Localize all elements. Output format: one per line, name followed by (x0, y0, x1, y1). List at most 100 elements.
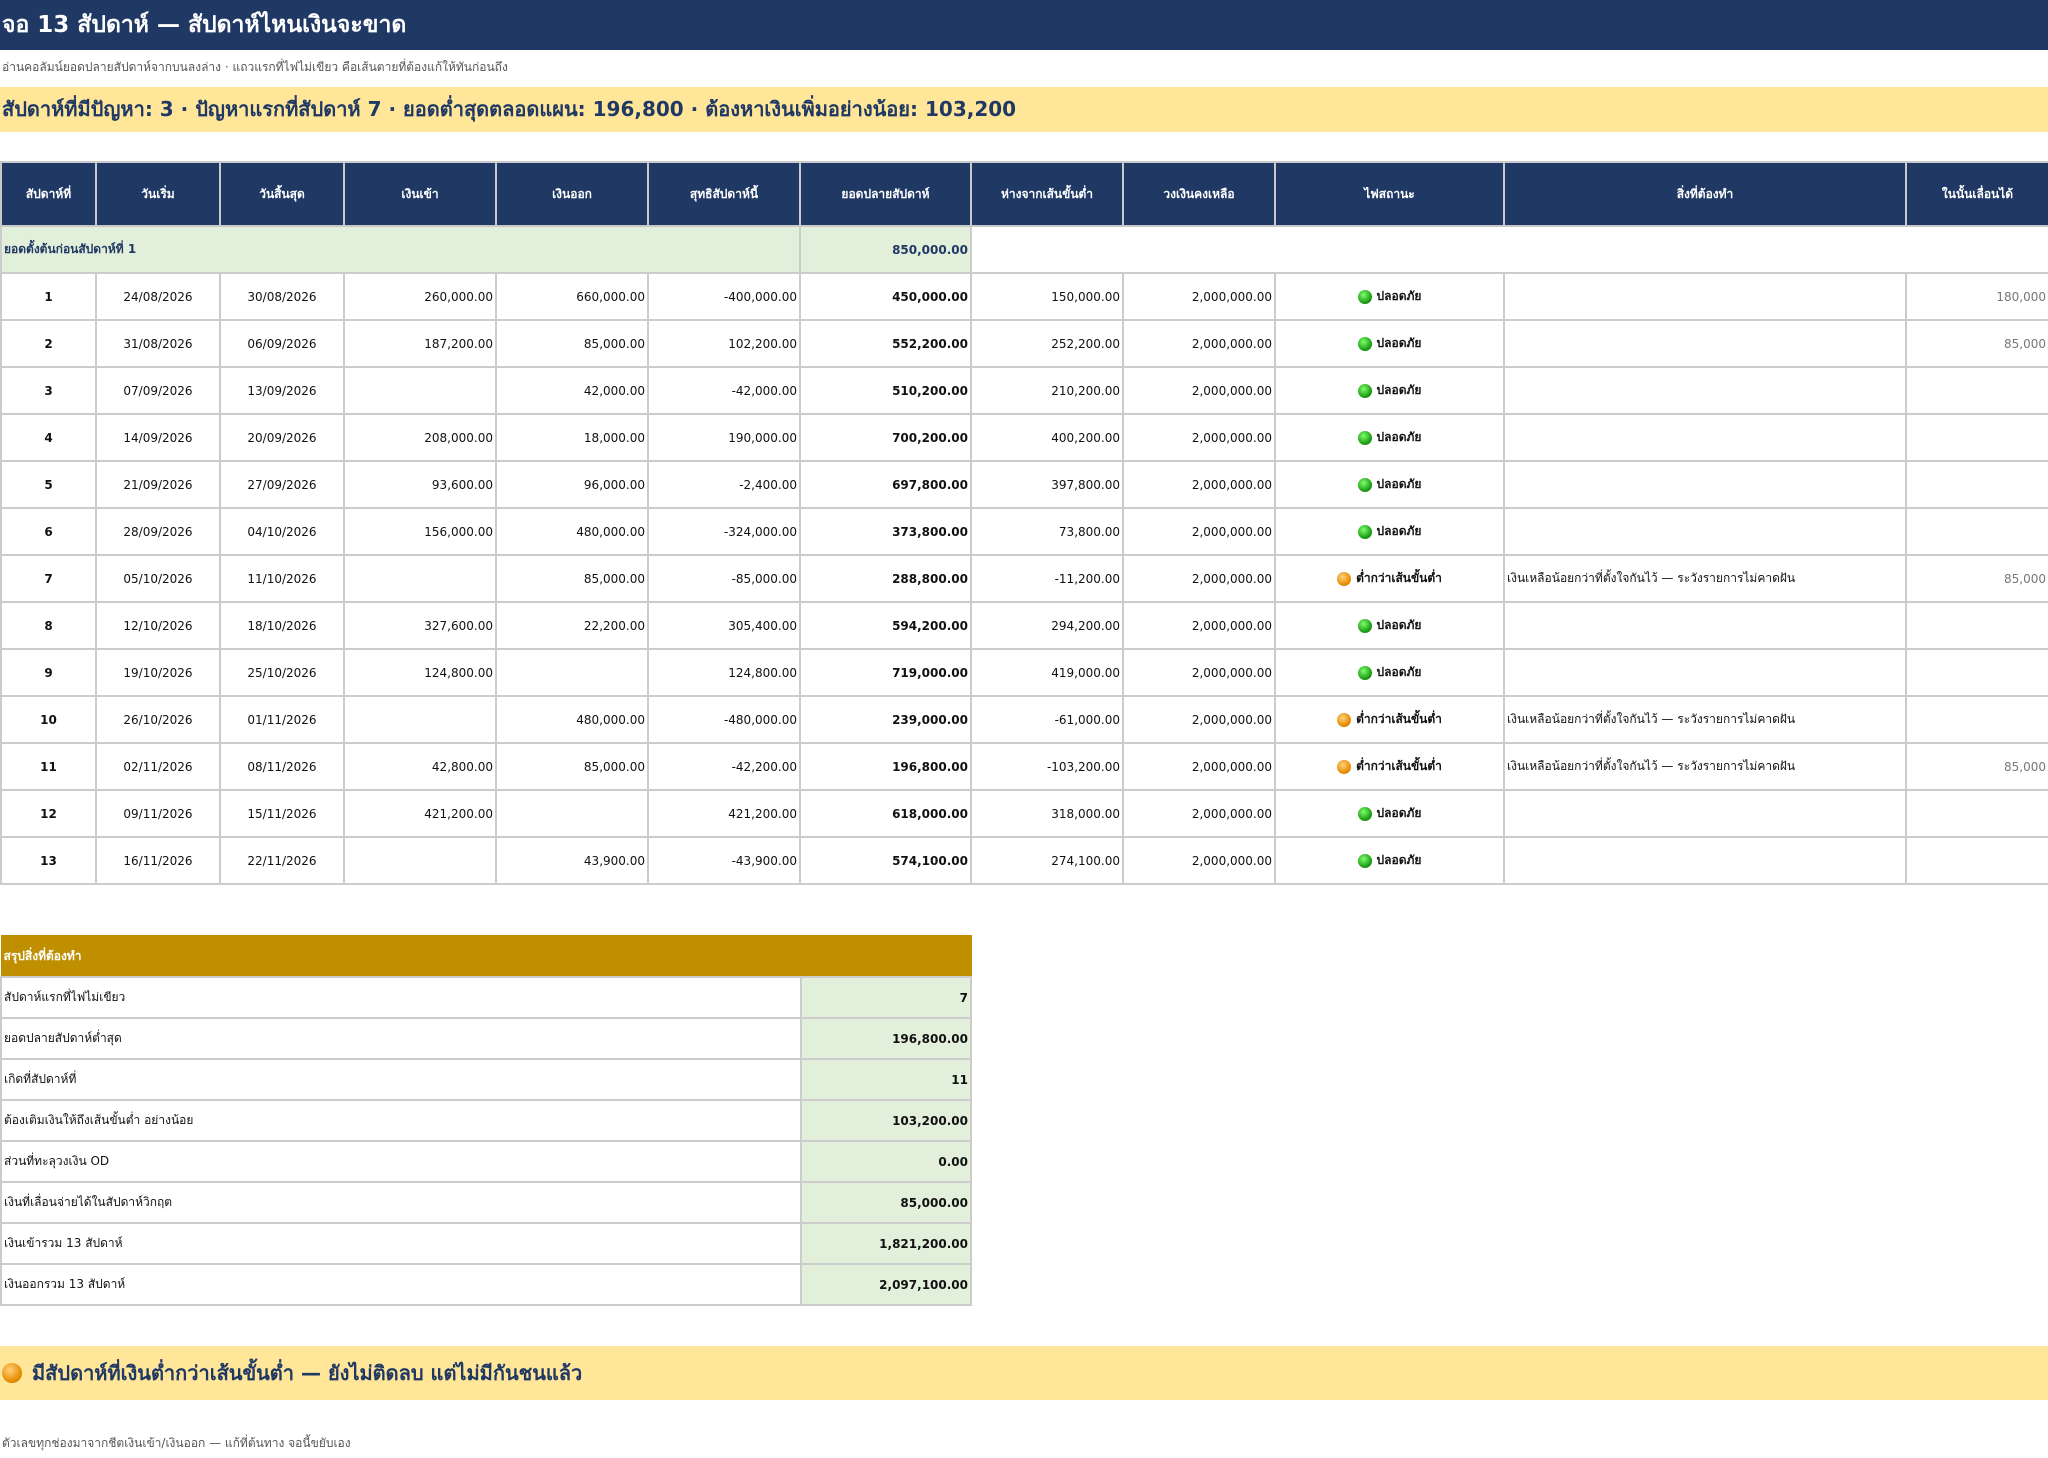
cell-net[interactable]: -42,200.00 (647, 742, 801, 791)
col-header-net[interactable]: สุทธิสัปดาห์นี้ (647, 161, 801, 227)
cell-week[interactable]: 5 (0, 460, 97, 509)
cell-action[interactable] (1503, 789, 1907, 838)
col-header-end[interactable]: วันสิ้นสุด (219, 161, 345, 227)
cell-end-date[interactable]: 06/09/2026 (219, 319, 345, 368)
cell-net[interactable]: 421,200.00 (647, 789, 801, 838)
cell-cash-in[interactable]: 187,200.00 (343, 319, 497, 368)
cell-net[interactable]: -85,000.00 (647, 554, 801, 603)
summary-label[interactable]: เงินที่เลื่อนจ่ายได้ในสัปดาห์วิกฤต (0, 1181, 802, 1224)
col-header-week[interactable]: สัปดาห์ที่ (0, 161, 97, 227)
summary-value[interactable]: 85,000.00 (800, 1181, 972, 1224)
cell-closing-balance[interactable]: 618,000.00 (799, 789, 972, 838)
cell-start-date[interactable]: 12/10/2026 (95, 601, 221, 650)
cell-closing-balance[interactable]: 697,800.00 (799, 460, 972, 509)
summary-value[interactable]: 196,800.00 (800, 1017, 972, 1060)
cell-closing-balance[interactable]: 196,800.00 (799, 742, 972, 791)
cell-start-date[interactable]: 02/11/2026 (95, 742, 221, 791)
cell-status[interactable]: ปลอดภัย (1274, 836, 1505, 885)
cell-deferrable[interactable] (1905, 507, 2048, 556)
cell-status[interactable]: ปลอดภัย (1274, 272, 1505, 321)
cell-gap-to-minimum[interactable]: 210,200.00 (970, 366, 1124, 415)
cell-net[interactable]: 124,800.00 (647, 648, 801, 697)
cell-cash-out[interactable]: 42,000.00 (495, 366, 649, 415)
cell-deferrable[interactable] (1905, 366, 2048, 415)
summary-value[interactable]: 11 (800, 1058, 972, 1101)
cell-week[interactable]: 4 (0, 413, 97, 462)
cell-start-date[interactable]: 31/08/2026 (95, 319, 221, 368)
cell-week[interactable]: 3 (0, 366, 97, 415)
cell-action[interactable] (1503, 648, 1907, 697)
cell-week[interactable]: 10 (0, 695, 97, 744)
cell-closing-balance[interactable]: 373,800.00 (799, 507, 972, 556)
cell-credit-remaining[interactable]: 2,000,000.00 (1122, 601, 1276, 650)
cell-cash-in[interactable]: 208,000.00 (343, 413, 497, 462)
cell-week[interactable]: 2 (0, 319, 97, 368)
cell-net[interactable]: -480,000.00 (647, 695, 801, 744)
cell-end-date[interactable]: 27/09/2026 (219, 460, 345, 509)
cell-credit-remaining[interactable]: 2,000,000.00 (1122, 789, 1276, 838)
cell-action[interactable] (1503, 413, 1907, 462)
cell-credit-remaining[interactable]: 2,000,000.00 (1122, 272, 1276, 321)
cell-deferrable[interactable]: 85,000 (1905, 554, 2048, 603)
cell-end-date[interactable]: 18/10/2026 (219, 601, 345, 650)
cell-cash-in[interactable]: 42,800.00 (343, 742, 497, 791)
cell-cash-in[interactable]: 156,000.00 (343, 507, 497, 556)
cell-credit-remaining[interactable]: 2,000,000.00 (1122, 460, 1276, 509)
cell-cash-in[interactable] (343, 366, 497, 415)
cell-net[interactable]: -2,400.00 (647, 460, 801, 509)
cell-deferrable[interactable]: 180,000 (1905, 272, 2048, 321)
cell-net[interactable]: -324,000.00 (647, 507, 801, 556)
cell-deferrable[interactable] (1905, 695, 2048, 744)
summary-value[interactable]: 1,821,200.00 (800, 1222, 972, 1265)
summary-label[interactable]: ต้องเติมเงินให้ถึงเส้นขั้นต่ำ อย่างน้อย (0, 1099, 802, 1142)
cell-cash-in[interactable]: 260,000.00 (343, 272, 497, 321)
cell-status[interactable]: ปลอดภัย (1274, 366, 1505, 415)
cell-end-date[interactable]: 04/10/2026 (219, 507, 345, 556)
cell-credit-remaining[interactable]: 2,000,000.00 (1122, 413, 1276, 462)
cell-net[interactable]: 190,000.00 (647, 413, 801, 462)
cell-closing-balance[interactable]: 288,800.00 (799, 554, 972, 603)
col-header-out[interactable]: เงินออก (495, 161, 649, 227)
cell-action[interactable] (1503, 507, 1907, 556)
cell-end-date[interactable]: 25/10/2026 (219, 648, 345, 697)
cell-action[interactable]: เงินเหลือน้อยกว่าที่ตั้งใจกันไว้ — ระวัง… (1503, 742, 1907, 791)
cell-action[interactable] (1503, 366, 1907, 415)
cell-gap-to-minimum[interactable]: 400,200.00 (970, 413, 1124, 462)
cell-week[interactable]: 7 (0, 554, 97, 603)
opening-balance-label[interactable]: ยอดตั้งต้นก่อนสัปดาห์ที่ 1 (0, 225, 801, 274)
cell-cash-out[interactable]: 43,900.00 (495, 836, 649, 885)
cell-cash-out[interactable]: 96,000.00 (495, 460, 649, 509)
cell-credit-remaining[interactable]: 2,000,000.00 (1122, 507, 1276, 556)
cell-cash-out[interactable] (495, 789, 649, 838)
cell-deferrable[interactable] (1905, 836, 2048, 885)
cell-week[interactable]: 1 (0, 272, 97, 321)
cell-deferrable[interactable] (1905, 460, 2048, 509)
cell-action[interactable] (1503, 601, 1907, 650)
cell-closing-balance[interactable]: 594,200.00 (799, 601, 972, 650)
cell-closing-balance[interactable]: 574,100.00 (799, 836, 972, 885)
cell-start-date[interactable]: 07/09/2026 (95, 366, 221, 415)
cell-credit-remaining[interactable]: 2,000,000.00 (1122, 366, 1276, 415)
cell-closing-balance[interactable]: 239,000.00 (799, 695, 972, 744)
cell-deferrable[interactable]: 85,000 (1905, 742, 2048, 791)
col-header-in[interactable]: เงินเข้า (343, 161, 497, 227)
cell-status[interactable]: ต่ำกว่าเส้นขั้นต่ำ (1274, 554, 1505, 603)
col-header-closing[interactable]: ยอดปลายสัปดาห์ (799, 161, 972, 227)
cell-gap-to-minimum[interactable]: 419,000.00 (970, 648, 1124, 697)
cell-status[interactable]: ต่ำกว่าเส้นขั้นต่ำ (1274, 742, 1505, 791)
cell-credit-remaining[interactable]: 2,000,000.00 (1122, 319, 1276, 368)
cell-start-date[interactable]: 19/10/2026 (95, 648, 221, 697)
cell-week[interactable]: 11 (0, 742, 97, 791)
cell-deferrable[interactable] (1905, 648, 2048, 697)
cell-start-date[interactable]: 24/08/2026 (95, 272, 221, 321)
summary-label[interactable]: ส่วนที่ทะลุวงเงิน OD (0, 1140, 802, 1183)
summary-label[interactable]: ยอดปลายสัปดาห์ต่ำสุด (0, 1017, 802, 1060)
cell-status[interactable]: ปลอดภัย (1274, 413, 1505, 462)
cell-cash-out[interactable]: 22,200.00 (495, 601, 649, 650)
cell-status[interactable]: ปลอดภัย (1274, 601, 1505, 650)
cell-end-date[interactable]: 13/09/2026 (219, 366, 345, 415)
col-header-gap[interactable]: ห่างจากเส้นขั้นต่ำ (970, 161, 1124, 227)
cell-net[interactable]: -43,900.00 (647, 836, 801, 885)
cell-end-date[interactable]: 11/10/2026 (219, 554, 345, 603)
cell-cash-in[interactable]: 124,800.00 (343, 648, 497, 697)
